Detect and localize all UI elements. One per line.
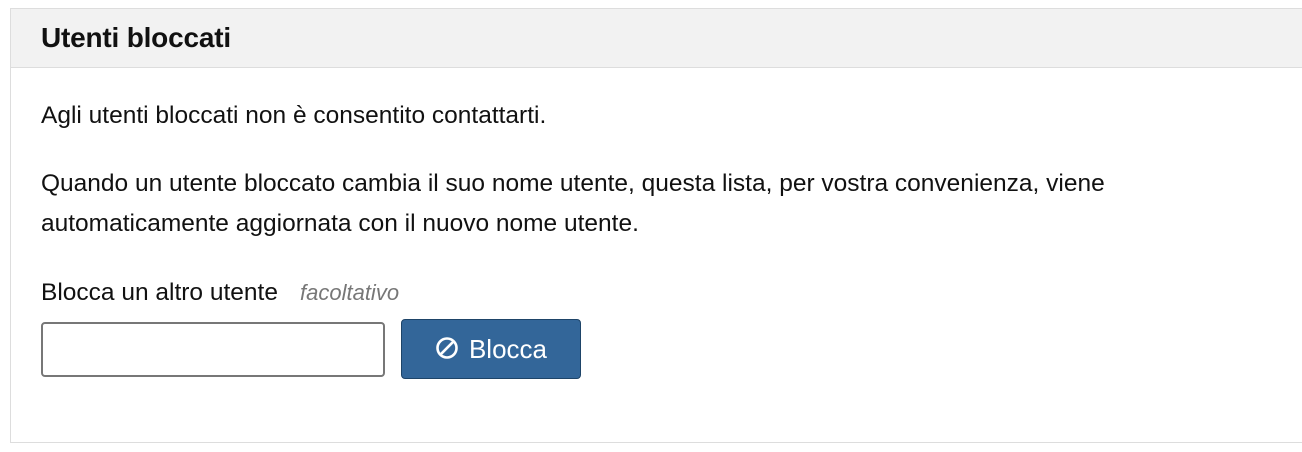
panel-body: Agli utenti bloccati non è consentito co… [11,96,1302,379]
optional-hint: facoltativo [300,280,400,305]
ban-icon [435,336,459,360]
block-button[interactable]: Blocca [401,319,581,379]
username-change-description: Quando un utente bloccato cambia il suo … [41,170,1105,237]
block-user-label-row: Blocca un altro utente facoltativo [41,279,1290,313]
panel-header: Utenti bloccati [11,9,1302,68]
panel-title: Utenti bloccati [41,22,231,53]
block-button-label: Blocca [468,333,548,364]
blocked-users-panel: Utenti bloccati Agli utenti bloccati non… [10,8,1302,443]
block-user-input[interactable] [41,321,385,377]
block-user-form: Blocca [41,319,1290,379]
block-user-label: Blocca un altro utente [41,279,278,306]
blocked-users-description: Agli utenti bloccati non è consentito co… [41,102,547,129]
